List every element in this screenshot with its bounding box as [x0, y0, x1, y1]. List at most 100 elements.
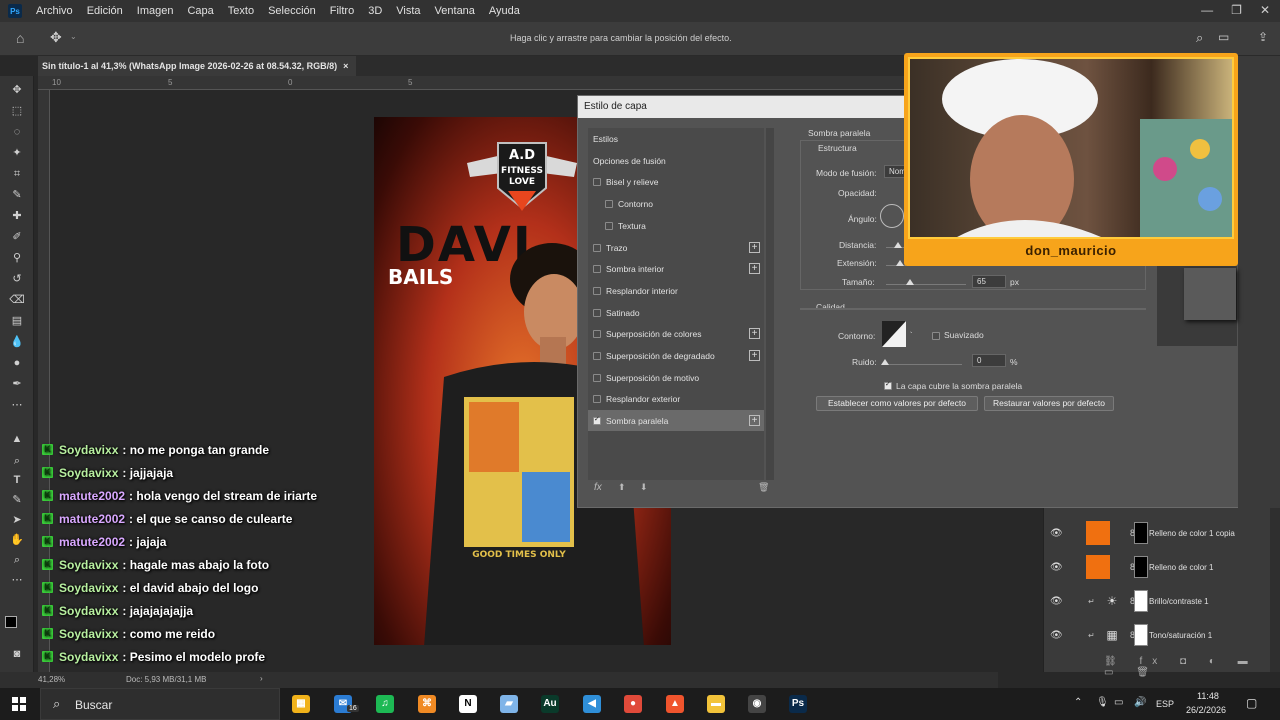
- style-item[interactable]: Resplandor interior: [588, 280, 764, 301]
- layer-row[interactable]: 👁↵8Relleno de color 1: [1044, 550, 1271, 584]
- style-checkbox[interactable]: [593, 373, 601, 382]
- brave-icon[interactable]: ▲: [666, 695, 684, 713]
- style-checkbox[interactable]: [593, 394, 601, 403]
- styles-scrollbar[interactable]: [766, 128, 774, 480]
- language-indicator[interactable]: ESP: [1156, 699, 1174, 709]
- home-icon[interactable]: ⌂: [16, 30, 24, 46]
- menu-ventana[interactable]: Ventana: [435, 5, 475, 17]
- gradient-icon[interactable]: ▤: [8, 313, 26, 329]
- tray-chevron-icon[interactable]: ⌃: [1074, 697, 1082, 708]
- folder-icon[interactable]: ▬: [707, 695, 725, 713]
- lasso-icon[interactable]: ◌: [8, 124, 26, 140]
- photoshop-logo-icon[interactable]: Ps: [8, 4, 22, 18]
- minimize-icon[interactable]: —: [1201, 3, 1213, 17]
- eyedropper-icon[interactable]: ✎: [8, 187, 26, 203]
- style-checkbox[interactable]: [593, 308, 601, 317]
- menu-seleccion[interactable]: Selección: [268, 5, 316, 17]
- visibility-eye-icon[interactable]: 👁: [1050, 528, 1063, 539]
- style-checkbox[interactable]: [593, 351, 601, 360]
- visibility-eye-icon[interactable]: 👁: [1050, 562, 1063, 573]
- foreground-color-swatch[interactable]: [5, 616, 17, 628]
- distance-slider[interactable]: [894, 242, 902, 248]
- visibility-eye-icon[interactable]: 👁: [1050, 596, 1063, 607]
- store-icon[interactable]: ▦: [292, 695, 310, 713]
- healing-brush-icon[interactable]: ✚: [8, 208, 26, 224]
- style-item[interactable]: Bisel y relieve: [588, 171, 764, 192]
- notifications-icon[interactable]: ▢: [1246, 696, 1257, 710]
- dodge-icon[interactable]: ●: [8, 355, 26, 371]
- menu-3d[interactable]: 3D: [368, 5, 382, 17]
- zoom-icon[interactable]: ⌕: [8, 552, 26, 568]
- marquee-icon[interactable]: ⬚: [8, 103, 26, 119]
- chat-username[interactable]: Soydavixx: [59, 650, 118, 664]
- menu-filtro[interactable]: Filtro: [330, 5, 354, 17]
- network-icon[interactable]: ▭: [1114, 697, 1123, 708]
- files-icon[interactable]: ▰: [500, 695, 518, 713]
- layer-row[interactable]: 👁 8 Relleno de color 1 copia: [1044, 516, 1271, 550]
- path-selection-icon[interactable]: ✎: [8, 492, 26, 508]
- layers-scrollbar[interactable]: [1270, 508, 1280, 672]
- style-checkbox[interactable]: [593, 243, 601, 252]
- chrome-icon[interactable]: ●: [624, 695, 642, 713]
- move-up-icon[interactable]: ⬆: [618, 482, 626, 493]
- zoom-tool-icon[interactable]: ⌕: [8, 453, 26, 469]
- visibility-eye-icon[interactable]: 👁: [1050, 630, 1063, 641]
- layer-mask[interactable]: [1134, 522, 1148, 544]
- microphone-icon[interactable]: 🎙: [1096, 697, 1109, 708]
- chat-username[interactable]: Soydavixx: [59, 581, 118, 595]
- spotify-icon[interactable]: ♫: [376, 695, 394, 713]
- menu-imagen[interactable]: Imagen: [137, 5, 174, 17]
- antialias-checkbox[interactable]: [932, 332, 940, 340]
- menu-texto[interactable]: Texto: [228, 5, 254, 17]
- edit-toolbar-icon[interactable]: ⋯: [8, 572, 26, 588]
- style-item[interactable]: Sombra paralela +: [588, 410, 764, 431]
- menu-edicion[interactable]: Edición: [87, 5, 123, 17]
- angle-dial[interactable]: [880, 204, 904, 228]
- add-effect-icon[interactable]: +: [749, 350, 760, 361]
- noise-slider[interactable]: [881, 359, 889, 365]
- style-item[interactable]: Opciones de fusión: [588, 150, 764, 171]
- menu-vista[interactable]: Vista: [396, 5, 420, 17]
- crop-icon[interactable]: ⌗: [8, 166, 26, 182]
- chat-username[interactable]: Soydavixx: [59, 604, 118, 618]
- clock-date[interactable]: 26/2/2026: [1186, 705, 1226, 715]
- menu-archivo[interactable]: Archivo: [36, 5, 73, 17]
- vscode-icon[interactable]: ◀: [583, 695, 601, 713]
- hand-icon[interactable]: ✋: [8, 532, 26, 548]
- style-item[interactable]: Sombra interior +: [588, 258, 764, 279]
- brush-icon[interactable]: ✐: [8, 229, 26, 245]
- triangle-tool-icon[interactable]: ▲: [8, 431, 26, 447]
- search-icon[interactable]: ⌕: [1196, 30, 1203, 46]
- spread-slider[interactable]: [896, 260, 904, 266]
- style-item[interactable]: Satinado: [588, 302, 764, 323]
- style-item[interactable]: Resplandor exterior: [588, 388, 764, 409]
- magic-wand-icon[interactable]: ✦: [8, 145, 26, 161]
- taskbar-search[interactable]: ⌕ Buscar: [40, 688, 280, 720]
- move-icon[interactable]: ✥: [8, 82, 26, 98]
- knockout-checkbox[interactable]: [884, 380, 892, 390]
- clone-stamp-icon[interactable]: ⚲: [8, 250, 26, 266]
- style-checkbox[interactable]: [605, 221, 613, 230]
- chat-username[interactable]: Soydavixx: [59, 443, 118, 457]
- style-item[interactable]: Trazo +: [588, 237, 764, 258]
- layer-mask[interactable]: [1134, 624, 1148, 646]
- style-checkbox[interactable]: [593, 329, 601, 338]
- menu-ayuda[interactable]: Ayuda: [489, 5, 520, 17]
- direct-selection-icon[interactable]: ➤: [8, 512, 26, 528]
- move-down-icon[interactable]: ⬇: [640, 482, 648, 493]
- chat-username[interactable]: Soydavixx: [59, 627, 118, 641]
- style-item[interactable]: Textura: [588, 215, 764, 236]
- layer-mask[interactable]: [1134, 590, 1148, 612]
- reset-default-button[interactable]: Restaurar valores por defecto: [984, 396, 1114, 411]
- add-effect-icon[interactable]: +: [749, 263, 760, 274]
- noise-input[interactable]: 0: [972, 354, 1006, 367]
- app-orange-icon[interactable]: ⌘: [418, 695, 436, 713]
- layer-row[interactable]: 👁 ↵ ▦ 8 Tono/saturación 1: [1044, 618, 1271, 652]
- history-brush-icon[interactable]: ↺: [8, 271, 26, 287]
- add-effect-icon[interactable]: +: [749, 328, 760, 339]
- add-effect-icon[interactable]: +: [749, 242, 760, 253]
- eraser-icon[interactable]: ⌫: [8, 292, 26, 308]
- add-effect-icon[interactable]: +: [749, 415, 760, 426]
- style-item[interactable]: Superposición de colores +: [588, 323, 764, 344]
- share-icon[interactable]: ⇪: [1258, 30, 1268, 44]
